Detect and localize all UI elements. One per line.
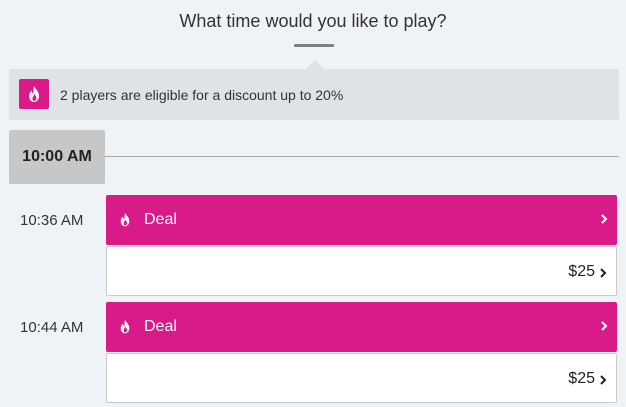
slot-time: 10:36 AM	[20, 212, 84, 229]
price-button[interactable]: $25	[106, 246, 617, 296]
flame-icon	[19, 79, 49, 109]
discount-banner-text: 2 players are eligible for a discount up…	[60, 87, 344, 103]
price-button[interactable]: $25	[106, 353, 617, 403]
flame-icon	[119, 319, 131, 339]
flame-icon	[119, 212, 131, 232]
deal-label: Deal	[144, 318, 177, 335]
deal-label: Deal	[144, 211, 177, 228]
title-underline	[294, 44, 334, 47]
hour-group-label: 10:00 AM	[9, 130, 105, 184]
banner-pointer	[306, 60, 324, 69]
deal-button[interactable]: Deal	[106, 302, 617, 352]
chevron-right-icon	[599, 266, 607, 284]
price-label: $25	[568, 263, 595, 280]
hour-divider	[105, 156, 619, 157]
chevron-right-icon	[600, 319, 608, 337]
chevron-right-icon	[599, 373, 607, 391]
deal-button[interactable]: Deal	[106, 195, 617, 245]
chevron-right-icon	[600, 212, 608, 230]
page-title: What time would you like to play?	[179, 11, 447, 31]
price-label: $25	[568, 370, 595, 387]
slot-time: 10:44 AM	[20, 319, 84, 336]
